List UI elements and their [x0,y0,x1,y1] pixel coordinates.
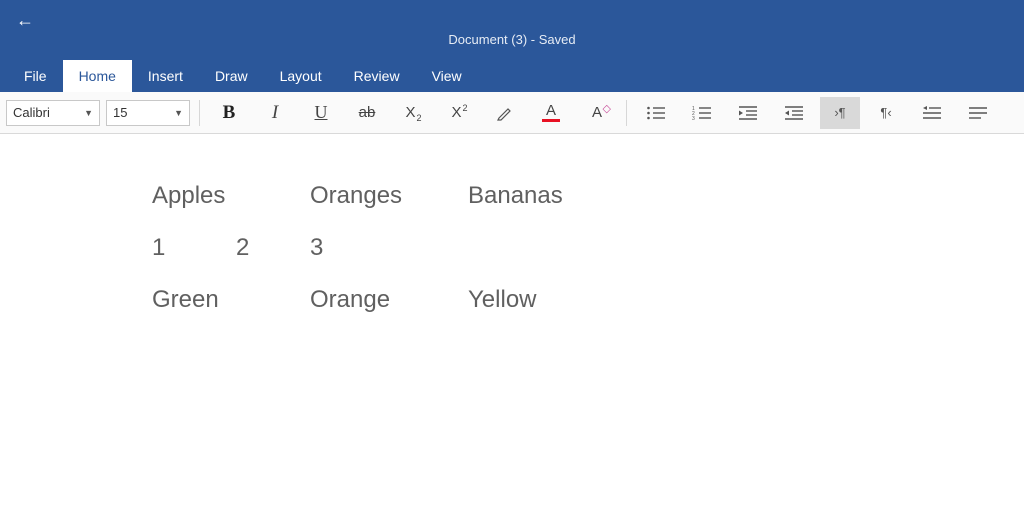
italic-button[interactable]: I [255,97,295,129]
back-icon[interactable]: ← [10,6,40,35]
table-row: 1 2 3 [152,234,1024,262]
font-size-value: 15 [107,105,168,120]
cell[interactable]: Yellow [468,286,626,314]
bulleted-list-button[interactable] [636,97,676,129]
ltr-paragraph-icon: ›¶ [834,105,845,120]
chevron-down-icon: ▼ [78,108,99,118]
cell[interactable]: 1 [152,234,236,262]
numbered-list-icon: 1 2 3 [692,105,712,121]
cell[interactable]: 2 [236,234,310,262]
document-title: Document (3) - Saved [448,32,575,47]
subscript-button[interactable]: X2 [393,97,433,129]
page[interactable]: Apples Oranges Bananas 1 2 3 Green Orang… [0,134,1024,507]
superscript-icon: X2 [451,104,466,121]
rtl-paragraph-button[interactable]: ¶‹ [866,97,906,129]
bold-button[interactable]: B [209,97,249,129]
align-button[interactable] [958,97,998,129]
decrease-indent-button[interactable] [728,97,768,129]
menu-view[interactable]: View [416,60,478,92]
chevron-down-icon: ▼ [168,108,189,118]
separator [626,100,627,126]
font-color-icon: A [542,103,560,122]
table-row: Apples Oranges Bananas [152,182,1024,210]
ltr-paragraph-button[interactable]: ›¶ [820,97,860,129]
cell[interactable]: 3 [310,234,394,262]
increase-indent-button[interactable] [774,97,814,129]
rtl-paragraph-icon: ¶‹ [880,105,891,120]
cell[interactable]: Apples [152,182,310,210]
strikethrough-button[interactable]: ab [347,97,387,129]
strikethrough-icon: ab [359,104,376,121]
menu-draw[interactable]: Draw [199,60,264,92]
increase-indent-icon [784,105,804,121]
svg-text:3: 3 [692,116,695,121]
menu-layout[interactable]: Layout [264,60,338,92]
underline-button[interactable]: U [301,97,341,129]
menu-review[interactable]: Review [338,60,416,92]
clear-formatting-icon: A◇ [592,104,602,121]
clear-formatting-button[interactable]: A◇ [577,97,617,129]
font-color-button[interactable]: A [531,97,571,129]
bold-icon: B [223,102,236,124]
italic-icon: I [272,102,278,124]
font-name-value: Calibri [7,105,78,120]
highlight-button[interactable] [485,97,525,129]
table-row: Green Orange Yellow [152,286,1024,314]
menu-bar: File Home Insert Draw Layout Review View [0,56,1024,92]
highlight-icon [496,104,514,122]
decrease-indent-icon [738,105,758,121]
superscript-button[interactable]: X2 [439,97,479,129]
special-indent-button[interactable] [912,97,952,129]
cell[interactable]: Orange [310,286,468,314]
underline-icon: U [315,102,328,123]
font-size-selector[interactable]: 15 ▼ [106,100,190,126]
bulleted-list-icon [646,105,666,121]
ribbon: Calibri ▼ 15 ▼ B I U ab X2 X2 A A◇ 1 2 3 [0,92,1024,134]
separator [199,100,200,126]
menu-home[interactable]: Home [63,60,132,92]
title-bar: ← Document (3) - Saved [0,0,1024,56]
document-area: Apples Oranges Bananas 1 2 3 Green Orang… [0,134,1024,507]
menu-insert[interactable]: Insert [132,60,199,92]
cell[interactable]: Bananas [468,182,626,210]
menu-file[interactable]: File [8,60,63,92]
subscript-icon: X2 [405,104,420,121]
cell[interactable]: Oranges [310,182,468,210]
font-name-selector[interactable]: Calibri ▼ [6,100,100,126]
numbered-list-button[interactable]: 1 2 3 [682,97,722,129]
special-indent-icon [922,105,942,121]
cell[interactable]: Green [152,286,310,314]
align-icon [968,105,988,121]
